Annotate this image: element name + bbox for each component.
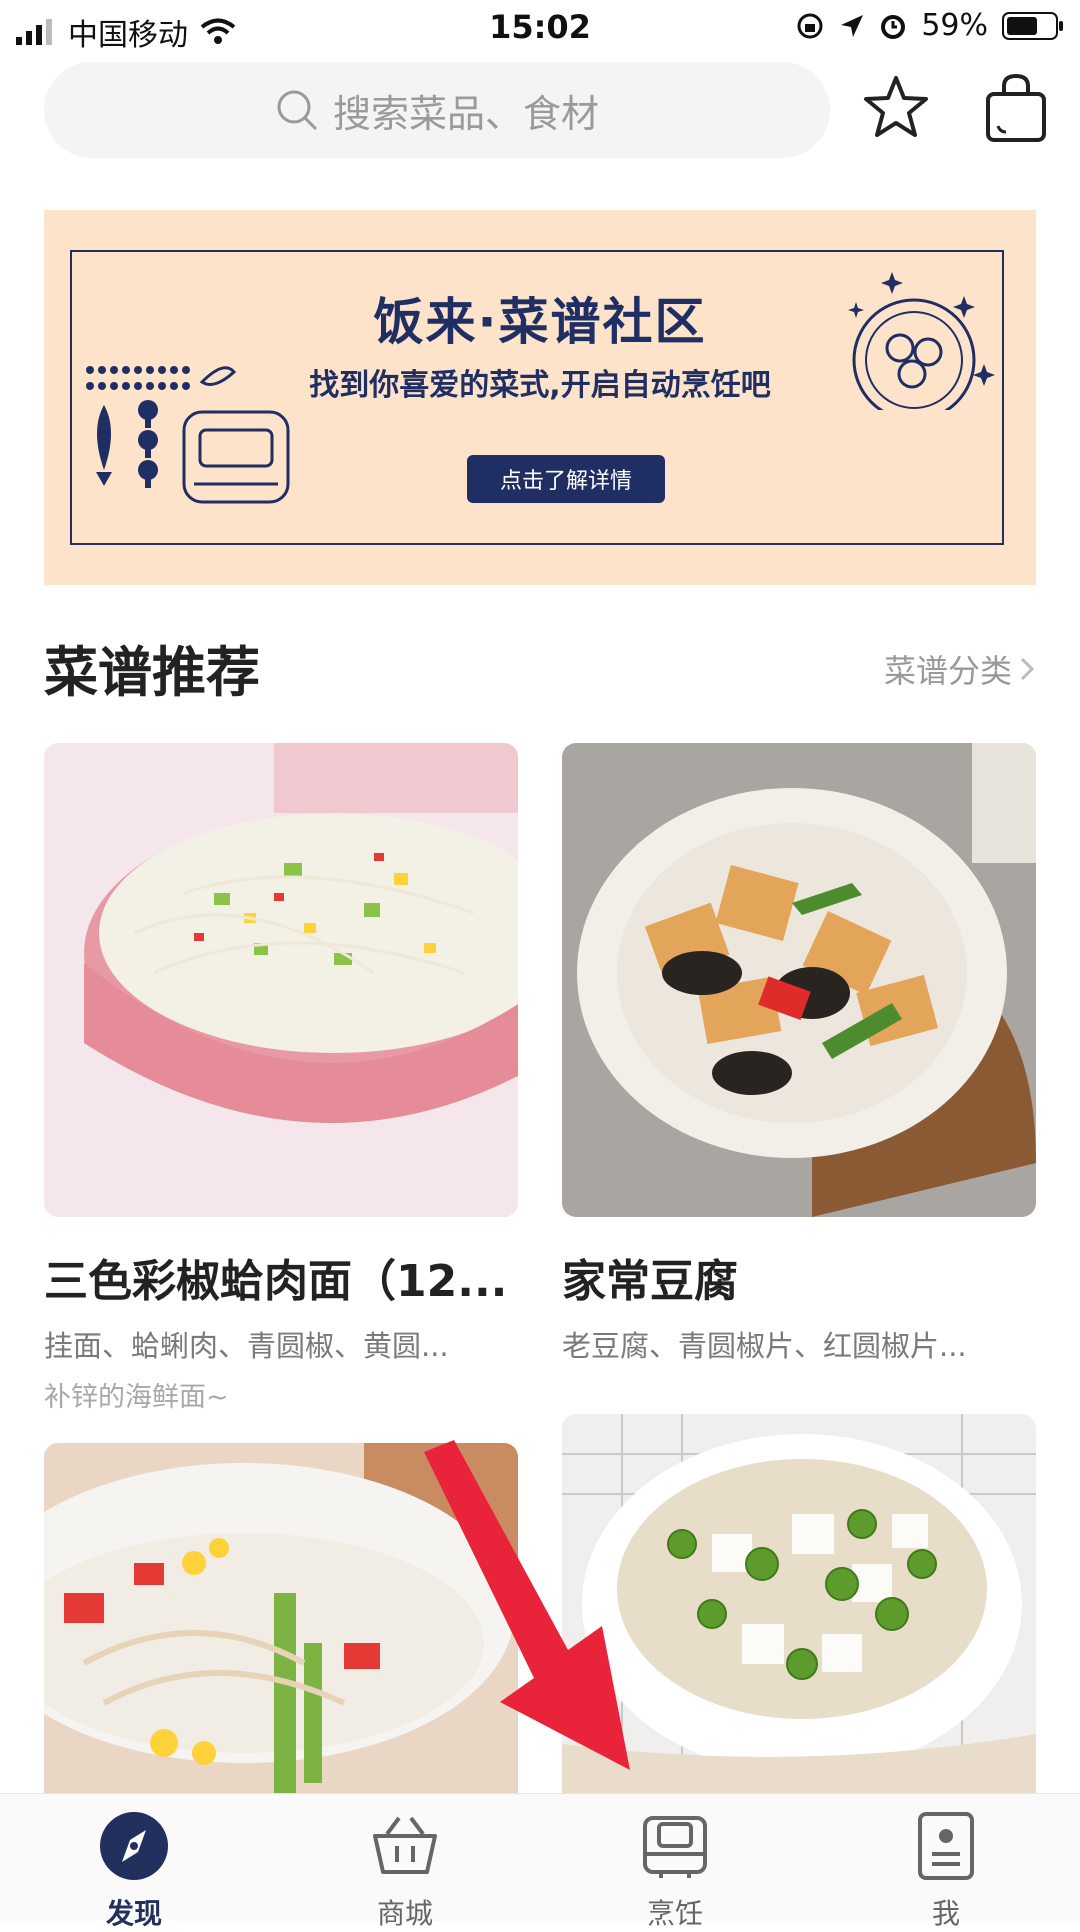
compass-icon	[100, 1812, 168, 1880]
tab-cooking[interactable]: 烹饪	[615, 1810, 735, 1932]
search-placeholder: 搜索菜品、食材	[332, 91, 599, 136]
search-input[interactable]: 搜索菜品、食材	[44, 62, 830, 158]
profile-card-icon	[918, 1812, 974, 1880]
search-icon	[277, 90, 318, 131]
tab-label: 商城	[376, 1897, 433, 1930]
tab-mall[interactable]: 商城	[345, 1810, 465, 1932]
recipe-description: 补锌的海鲜面~	[44, 1382, 229, 1413]
status-bar: 中国移动 15:02 59%	[0, 0, 1080, 53]
battery-icon	[1002, 11, 1063, 40]
recipe-category-link[interactable]: 菜谱分类	[884, 646, 1036, 692]
recipe-image[interactable]	[562, 743, 1036, 1217]
tab-me[interactable]: 我	[886, 1810, 1006, 1932]
recipe-category-label: 菜谱分类	[883, 652, 1012, 690]
chevron-right-icon	[1020, 657, 1035, 681]
recipe-image[interactable]	[44, 743, 518, 1217]
basket-icon	[373, 1816, 437, 1874]
banner-details-button[interactable]: 点击了解详情	[467, 455, 665, 503]
star-icon[interactable]	[862, 74, 930, 142]
bottom-tab-bar: 发现 商城 烹饪 我	[0, 1793, 1080, 1930]
arrow-annotation-icon	[424, 1440, 630, 1770]
promo-banner[interactable]: 饭来·菜谱社区 找到你喜爱的菜式,开启自动烹饪吧 点击了解详情	[44, 210, 1036, 585]
tab-label: 我	[931, 1897, 960, 1930]
shopping-bag-icon[interactable]	[982, 72, 1050, 144]
noodle-bowl-image	[44, 743, 518, 1217]
recipe-card[interactable]: 家常豆腐 老豆腐、青圆椒片、红圆椒片...	[562, 743, 1036, 1365]
cooker-icon	[643, 1816, 707, 1878]
recipe-card[interactable]: 三色彩椒蛤肉面（12... 挂面、蛤蜊肉、青圆椒、黄圆... 补锌的海鲜面~	[44, 743, 518, 1414]
tab-label: 发现	[105, 1897, 162, 1930]
dish-plate-icon	[848, 272, 995, 410]
tab-discover[interactable]: 发现	[74, 1810, 194, 1932]
recipe-ingredients: 挂面、蛤蜊肉、青圆椒、黄圆...	[44, 1329, 449, 1363]
battery-percent: 59%	[921, 8, 988, 43]
recipe-ingredients: 老豆腐、青圆椒片、红圆椒片...	[562, 1329, 967, 1363]
location-icon	[841, 14, 864, 37]
tofu-dish-image	[562, 743, 1036, 1217]
search-row: 搜索菜品、食材	[0, 60, 1080, 160]
alarm-icon	[881, 14, 906, 39]
orientation-lock-icon	[797, 13, 823, 38]
recipe-title: 三色彩椒蛤肉面（12...	[44, 1256, 508, 1307]
recipe-title: 家常豆腐	[562, 1256, 738, 1307]
kitchen-illustration-icon	[86, 366, 290, 504]
tab-label: 烹饪	[646, 1897, 703, 1930]
section-title: 菜谱推荐	[44, 641, 260, 704]
